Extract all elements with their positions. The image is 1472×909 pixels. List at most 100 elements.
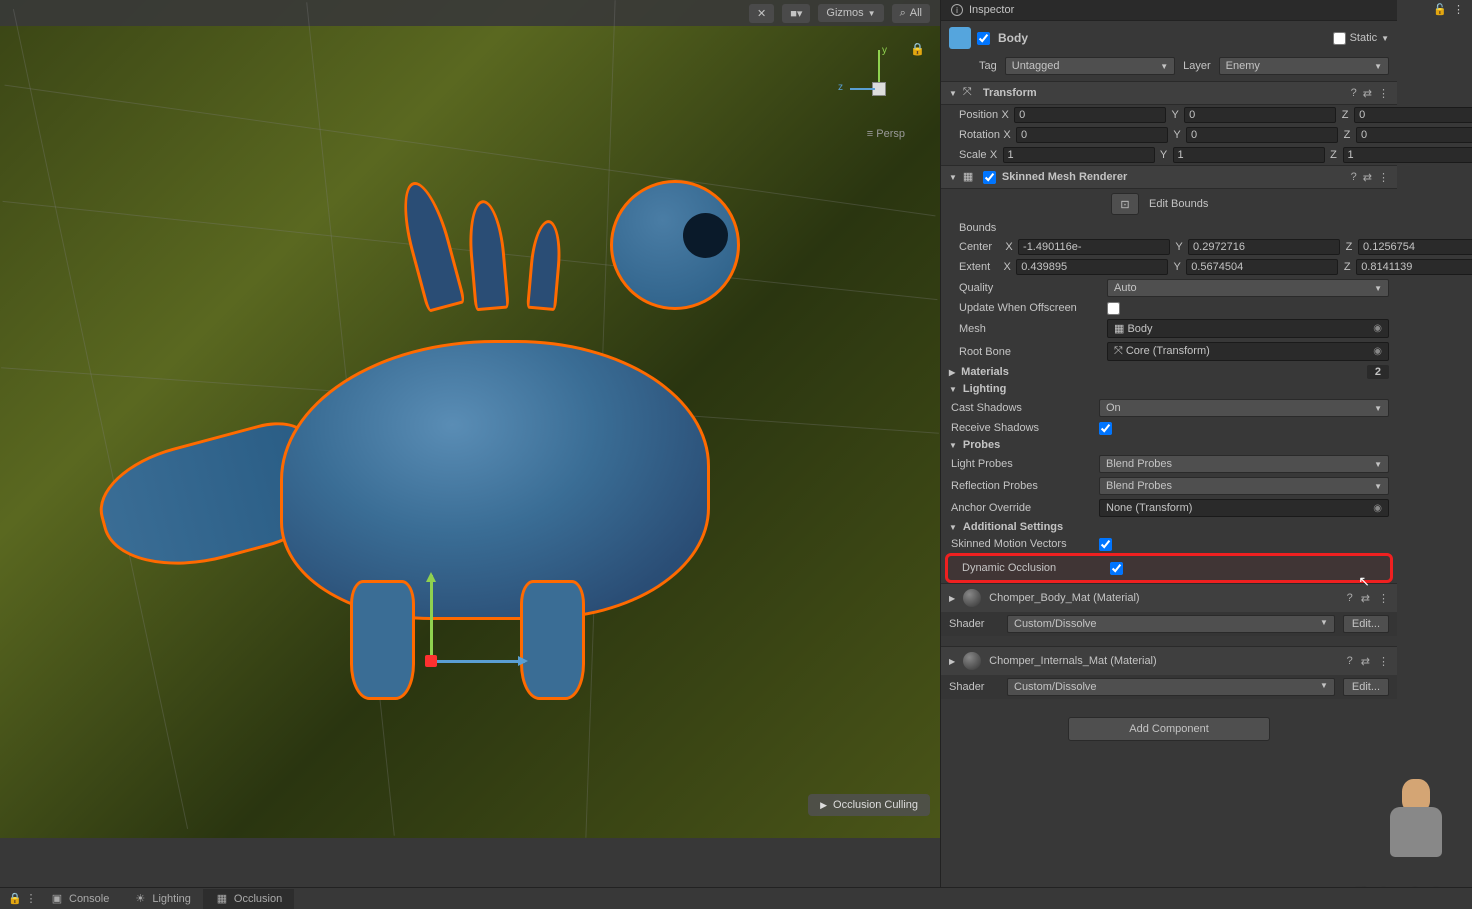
quality-dropdown[interactable]: Auto▼ (1107, 279, 1389, 297)
static-checkbox[interactable] (1333, 32, 1346, 45)
scl-x-input[interactable] (1003, 147, 1155, 163)
rot-z-input[interactable] (1356, 127, 1472, 143)
update-offscreen-checkbox[interactable] (1107, 302, 1120, 315)
smr-enabled-checkbox[interactable] (983, 171, 996, 184)
help-icon[interactable]: ? (1347, 592, 1353, 604)
watermark-figure (1382, 779, 1452, 864)
fold-icon[interactable]: ▼ (949, 173, 957, 182)
tag-dropdown[interactable]: Untagged▼ (1005, 57, 1175, 75)
cast-shadows-dropdown[interactable]: On▼ (1099, 399, 1389, 417)
tag-label: Tag (979, 60, 997, 72)
preset-icon[interactable]: ⇄ (1361, 655, 1370, 668)
shader-label: Shader (949, 618, 999, 630)
pos-z-input[interactable] (1354, 107, 1472, 123)
lock-icon[interactable]: 🔒 (910, 42, 925, 56)
scene-viewport[interactable]: ✕ ■▾ Gizmos ▼ ⌕ All 🔒 y z ≡ Persp (0, 0, 940, 838)
target-icon[interactable]: ◉ (1373, 346, 1382, 357)
reflection-probes-label: Reflection Probes (951, 480, 1099, 492)
scl-z-input[interactable] (1343, 147, 1472, 163)
layer-dropdown[interactable]: Enemy▼ (1219, 57, 1389, 75)
help-icon[interactable]: ? (1347, 655, 1353, 667)
edit-shader-button[interactable]: Edit... (1343, 615, 1389, 633)
occlusion-culling-overlay[interactable]: ▶ Occlusion Culling (808, 794, 930, 816)
gameobject-header: Static ▼ (941, 21, 1397, 55)
light-probes-label: Light Probes (951, 458, 1099, 470)
inspector-tab[interactable]: i Inspector 🔓 ⋮ (941, 0, 1397, 21)
material-1-header[interactable]: ▶ Chomper_Body_Mat (Material) ? ⇄ ⋮ (941, 583, 1397, 612)
perspective-label[interactable]: ≡ Persp (867, 128, 905, 140)
smr-component-header[interactable]: ▼ ▦ Skinned Mesh Renderer ? ⇄ ⋮ (941, 165, 1397, 189)
help-icon[interactable]: ? (1351, 87, 1357, 100)
extent-z-input[interactable] (1356, 259, 1472, 275)
rot-y-input[interactable] (1186, 127, 1338, 143)
add-component-button[interactable]: Add Component (1068, 717, 1270, 741)
edit-bounds-button[interactable]: ⊡ (1111, 193, 1139, 215)
active-checkbox[interactable] (977, 32, 990, 45)
orientation-gizmo[interactable]: y z (830, 50, 910, 130)
help-icon[interactable]: ? (1351, 171, 1357, 184)
tab-lighting[interactable]: ☀Lighting (121, 889, 203, 909)
shader-dropdown[interactable]: Custom/Dissolve▼ (1007, 615, 1335, 633)
center-y-input[interactable] (1188, 239, 1340, 255)
center-z-input[interactable] (1358, 239, 1472, 255)
extent-y-input[interactable] (1186, 259, 1338, 275)
object-name-field[interactable] (996, 29, 1327, 47)
preset-icon[interactable]: ⇄ (1363, 171, 1372, 184)
materials-label: Materials (961, 366, 1009, 378)
dynamic-occlusion-highlight: Dynamic Occlusion ↖ (945, 553, 1393, 583)
fold-icon[interactable]: ▼ (949, 385, 957, 394)
preset-icon[interactable]: ⇄ (1363, 87, 1372, 100)
fold-icon[interactable]: ▼ (949, 441, 957, 450)
tab-console[interactable]: ▣Console (38, 889, 121, 909)
menu-icon[interactable]: ⋮ (1378, 592, 1389, 605)
menu-icon[interactable]: ⋮ (1453, 3, 1464, 16)
pos-y-input[interactable] (1184, 107, 1336, 123)
mesh-field[interactable]: ▦ Body◉ (1107, 319, 1389, 338)
mesh-renderer-icon: ▦ (963, 170, 977, 184)
lock-icon[interactable]: 🔓 (1433, 3, 1447, 16)
edit-shader-button[interactable]: Edit... (1343, 678, 1389, 696)
dynamic-occlusion-checkbox[interactable] (1110, 562, 1123, 575)
reflection-probes-dropdown[interactable]: Blend Probes▼ (1099, 477, 1389, 495)
selected-mesh-outline (100, 160, 820, 700)
anchor-override-field[interactable]: None (Transform)◉ (1099, 499, 1389, 517)
shader-label: Shader (949, 681, 999, 693)
info-icon: i (951, 4, 963, 16)
target-icon[interactable]: ◉ (1373, 503, 1382, 514)
shader-dropdown[interactable]: Custom/Dissolve▼ (1007, 678, 1335, 696)
extent-x-input[interactable] (1016, 259, 1168, 275)
static-label: Static (1350, 32, 1378, 44)
root-bone-field[interactable]: ⤧ Core (Transform)◉ (1107, 342, 1389, 361)
material-2-header[interactable]: ▶ Chomper_Internals_Mat (Material) ? ⇄ ⋮ (941, 646, 1397, 675)
lock-icon[interactable]: 🔒 (8, 892, 22, 906)
material-preview-icon (963, 652, 981, 670)
rotation-label: Rotation (959, 129, 1000, 141)
menu-icon[interactable]: ⋮ (24, 892, 38, 906)
tab-occlusion[interactable]: ▦Occlusion (203, 889, 294, 909)
static-dropdown-arrow[interactable]: ▼ (1381, 34, 1389, 43)
materials-count: 2 (1367, 365, 1389, 379)
scl-y-input[interactable] (1173, 147, 1325, 163)
target-icon[interactable]: ◉ (1373, 323, 1382, 334)
scale-label: Scale (959, 149, 987, 161)
fold-icon[interactable]: ▼ (949, 89, 957, 98)
preset-icon[interactable]: ⇄ (1361, 592, 1370, 605)
menu-icon[interactable]: ⋮ (1378, 655, 1389, 668)
receive-shadows-checkbox[interactable] (1099, 422, 1112, 435)
fold-icon[interactable]: ▼ (949, 523, 957, 532)
fold-icon[interactable]: ▶ (949, 657, 955, 666)
center-label: Center (959, 241, 1002, 253)
skinned-motion-checkbox[interactable] (1099, 538, 1112, 551)
root-bone-label: Root Bone (959, 346, 1107, 358)
menu-icon[interactable]: ⋮ (1378, 87, 1389, 100)
fold-icon[interactable]: ▶ (949, 368, 955, 377)
rot-x-input[interactable] (1016, 127, 1168, 143)
dynamic-occlusion-label: Dynamic Occlusion (962, 562, 1110, 574)
probes-section-label: Probes (963, 439, 1000, 451)
pos-x-input[interactable] (1014, 107, 1166, 123)
transform-component-header[interactable]: ▼ ⤧ Transform ? ⇄ ⋮ (941, 81, 1397, 105)
light-probes-dropdown[interactable]: Blend Probes▼ (1099, 455, 1389, 473)
center-x-input[interactable] (1018, 239, 1170, 255)
fold-icon[interactable]: ▶ (949, 594, 955, 603)
menu-icon[interactable]: ⋮ (1378, 171, 1389, 184)
